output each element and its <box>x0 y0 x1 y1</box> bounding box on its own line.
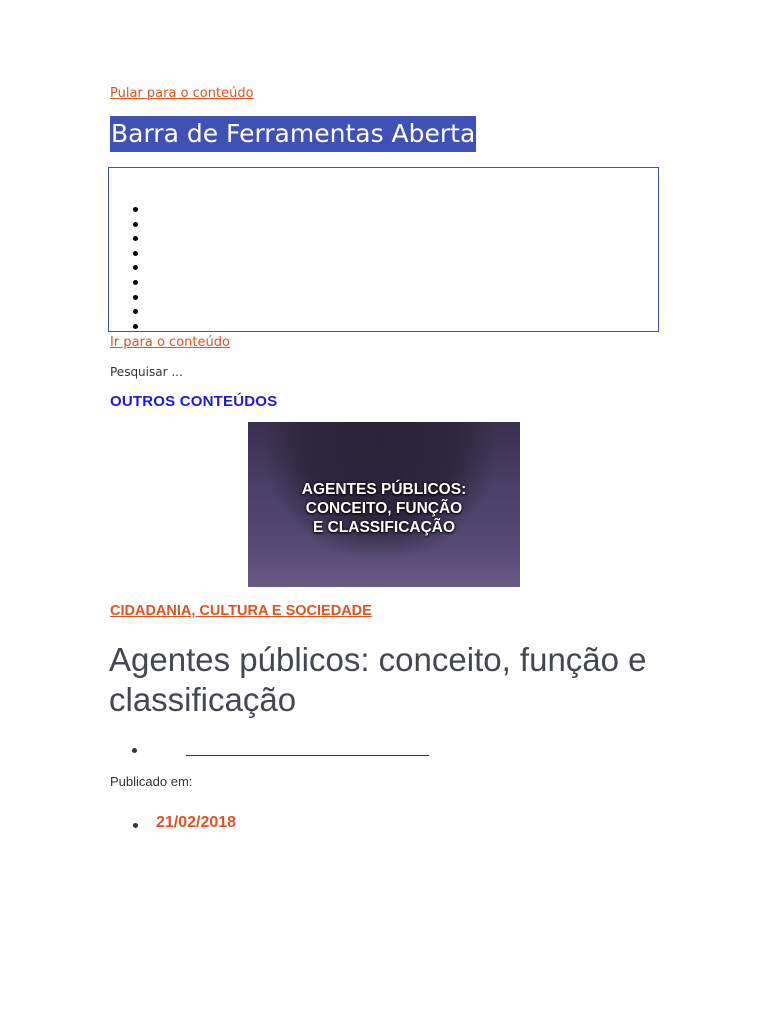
author-underline <box>186 755 429 756</box>
published-label: Publicado em: <box>110 774 193 789</box>
other-content-heading[interactable]: OUTROS CONTEÚDOS <box>110 393 277 410</box>
toolbar-toggle-button[interactable]: Barra de Ferramentas Aberta <box>110 116 477 152</box>
page: Pular para o conteúdo Barra de Ferrament… <box>0 0 768 1024</box>
featured-post-image[interactable]: AGENTES PÚBLICOS: CONCEITO, FUNÇÃO E CLA… <box>248 422 520 587</box>
go-to-content-link[interactable]: Ir para o conteúdo <box>110 335 230 350</box>
featured-image-line-1: AGENTES PÚBLICOS: <box>301 481 467 498</box>
list-bullet <box>132 748 137 753</box>
desk-reflection <box>248 547 520 587</box>
post-date: 21/02/2018 <box>156 814 237 831</box>
skip-to-content-link[interactable]: Pular para o conteúdo <box>110 86 254 101</box>
featured-image-line-2: CONCEITO, FUNÇÃO <box>305 500 463 517</box>
featured-image-caption: AGENTES PÚBLICOS: CONCEITO, FUNÇÃO E CLA… <box>248 480 520 537</box>
accessibility-toolbar <box>108 167 659 332</box>
search-input[interactable]: Pesquisar ... <box>110 365 183 379</box>
featured-image-line-3: E CLASSIFICAÇÃO <box>312 519 456 536</box>
category-link[interactable]: CIDADANIA, CULTURA E SOCIEDADE <box>110 603 372 619</box>
post-title: Agentes públicos: conceito, função e cla… <box>109 641 647 718</box>
list-bullet <box>133 823 138 828</box>
